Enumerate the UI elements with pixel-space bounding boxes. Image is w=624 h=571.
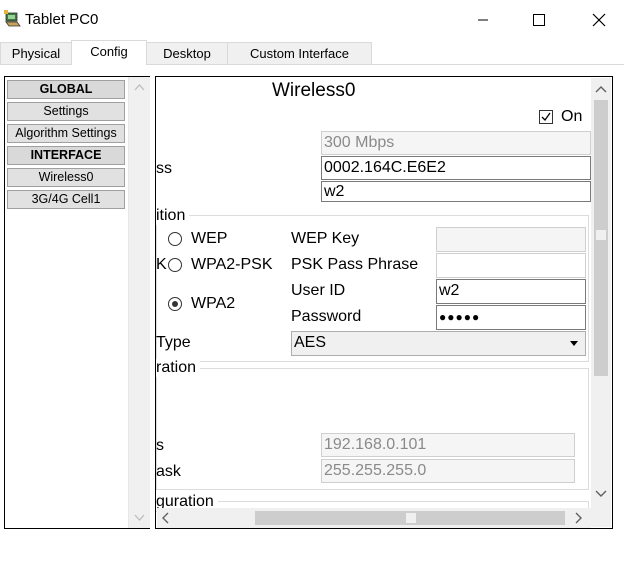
- wpa2-psk-radio[interactable]: [168, 258, 182, 272]
- sidebar-header-interface[interactable]: INTERFACE: [7, 146, 125, 165]
- port-status-checkbox[interactable]: [539, 110, 553, 124]
- tab-desktop[interactable]: Desktop: [146, 42, 228, 64]
- scroll-grip-icon: [406, 513, 416, 523]
- mac-address-label: ss: [156, 160, 172, 177]
- tab-custom-interface[interactable]: Custom Interface: [227, 42, 372, 64]
- scroll-grip-icon: [596, 230, 606, 240]
- psk-pass-phrase-label: PSK Pass Phrase: [291, 256, 419, 273]
- wpa2-psk-radio-label: WPA2-PSK: [191, 256, 273, 273]
- scroll-up-icon[interactable]: [134, 83, 145, 91]
- ip-address-field: 192.168.0.101: [321, 433, 575, 457]
- wep-radio-label: WEP: [191, 230, 228, 247]
- scroll-left-icon[interactable]: [161, 512, 169, 524]
- wpa2-radio-label: WPA2: [191, 295, 236, 312]
- bandwidth-field: 300 Mbps: [321, 131, 591, 155]
- panel-heading: Wireless0: [272, 80, 356, 101]
- window-title: Tablet PC0: [25, 11, 99, 28]
- close-button[interactable]: [576, 4, 622, 36]
- subnet-mask-field: 255.255.255.0: [321, 459, 575, 483]
- encryption-type-select[interactable]: AES: [291, 331, 586, 356]
- tab-physical[interactable]: Physical: [0, 42, 72, 64]
- maximize-button[interactable]: [516, 4, 562, 36]
- left-nav-scrollbar[interactable]: [128, 77, 150, 528]
- wpa-psk-partial-label: K: [156, 256, 167, 273]
- sidebar-header-global[interactable]: GLOBAL: [7, 80, 125, 99]
- wpa2-radio[interactable]: [168, 297, 182, 311]
- sidebar-item-algorithm-settings[interactable]: Algorithm Settings: [7, 124, 125, 143]
- mac-address-field[interactable]: 0002.164C.E6E2: [321, 156, 591, 180]
- panel-horizontal-scrollbar[interactable]: [157, 508, 591, 528]
- ip-configuration-section-label: ration: [156, 359, 201, 377]
- subnet-mask-label: ask: [156, 463, 181, 480]
- password-field[interactable]: ●●●●●: [436, 305, 586, 330]
- authentication-section-label: ition: [156, 207, 190, 225]
- tablet-app-icon: [4, 10, 22, 28]
- scroll-down-icon[interactable]: [134, 514, 145, 522]
- checkmark-icon: [541, 112, 551, 122]
- user-id-field[interactable]: w2: [436, 279, 586, 304]
- port-status-label: On: [561, 108, 583, 125]
- close-icon: [592, 13, 606, 27]
- ssid-field[interactable]: w2: [321, 181, 591, 202]
- panel-vertical-scrollbar[interactable]: [591, 78, 611, 527]
- chevron-down-icon: [570, 341, 578, 346]
- password-label: Password: [291, 308, 362, 325]
- minimize-button[interactable]: [460, 4, 506, 36]
- encryption-type-label: Type: [156, 334, 191, 351]
- scroll-down-icon[interactable]: [595, 490, 607, 498]
- encryption-type-value: AES: [294, 334, 327, 351]
- wep-radio[interactable]: [168, 232, 182, 246]
- tab-config[interactable]: Config: [71, 40, 147, 65]
- maximize-icon: [533, 14, 545, 26]
- psk-pass-phrase-field[interactable]: [436, 253, 586, 278]
- sidebar-item-wireless0[interactable]: Wireless0: [7, 168, 125, 187]
- user-id-label: User ID: [291, 282, 346, 299]
- sidebar-item-3g4g-cell1[interactable]: 3G/4G Cell1: [7, 190, 125, 209]
- minimize-icon: [478, 19, 488, 21]
- wep-key-field: [436, 227, 586, 252]
- ip-address-label: s: [156, 437, 164, 454]
- wep-key-label: WEP Key: [291, 230, 360, 247]
- sidebar-item-settings[interactable]: Settings: [7, 102, 125, 121]
- scroll-right-icon[interactable]: [575, 512, 583, 524]
- scroll-up-icon[interactable]: [595, 85, 607, 93]
